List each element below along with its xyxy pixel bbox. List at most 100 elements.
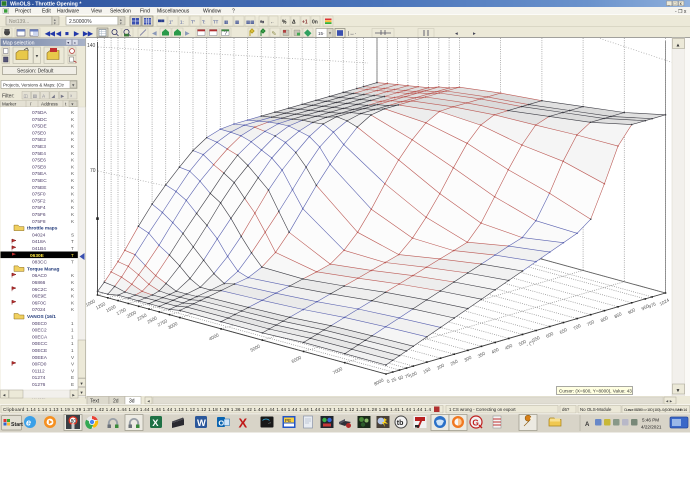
svg-text:▼: ▼ xyxy=(53,22,57,26)
svg-text:E: E xyxy=(71,375,74,380)
svg-text:▦: ▦ xyxy=(224,19,228,24)
svg-text:▼: ▼ xyxy=(676,388,681,394)
svg-text:▼: ▼ xyxy=(119,22,123,26)
svg-text:▶: ▶ xyxy=(73,30,79,37)
svg-text:07024: 07024 xyxy=(32,307,46,313)
svg-text:1: 1 xyxy=(71,328,74,333)
svg-text:Miscellaneous: Miscellaneous xyxy=(157,9,190,15)
svg-text:Window: Window xyxy=(203,9,221,15)
svg-text:S: S xyxy=(71,232,74,237)
svg-text:075F2: 075F2 xyxy=(32,198,46,204)
svg-text:- ❐ x: - ❐ x xyxy=(675,9,687,15)
svg-text:1: 1 xyxy=(71,334,74,339)
svg-text:☓: ☓ xyxy=(70,93,72,98)
svg-text:1: 1 xyxy=(71,348,74,353)
svg-text:140: 140 xyxy=(87,43,96,49)
svg-text:throttle maps: throttle maps xyxy=(27,226,58,232)
svg-text:■: ■ xyxy=(65,30,69,37)
svg-text:←: ← xyxy=(270,20,275,26)
svg-text:Torque Manag: Torque Manag xyxy=(27,266,59,272)
svg-text:075E4: 075E4 xyxy=(32,151,46,157)
svg-text:▼: ▼ xyxy=(35,54,39,59)
svg-text:▼: ▼ xyxy=(328,31,332,36)
svg-text:▩▩: ▩▩ xyxy=(246,19,254,24)
svg-text:075F6: 075F6 xyxy=(32,212,46,218)
svg-text:Edit: Edit xyxy=(42,9,51,15)
svg-text:◫: ◫ xyxy=(24,93,28,98)
svg-text:2.50000%: 2.50000% xyxy=(69,19,92,25)
svg-text:▼: ▼ xyxy=(80,390,84,395)
svg-text:T: T xyxy=(71,246,74,251)
svg-text:T:: T: xyxy=(202,19,205,24)
svg-text:tb: tb xyxy=(397,420,404,427)
svg-text:Map selection: Map selection xyxy=(3,40,35,46)
svg-text:075E2: 075E2 xyxy=(32,137,46,143)
svg-text:◄: ◄ xyxy=(2,392,6,397)
svg-text:▸: ▸ xyxy=(473,31,476,37)
svg-text:00FD0: 00FD0 xyxy=(32,362,47,368)
svg-text:075F8: 075F8 xyxy=(32,219,46,225)
svg-text:70: 70 xyxy=(90,168,96,174)
svg-text:075F0: 075F0 xyxy=(32,192,46,198)
svg-text:15·: 15· xyxy=(318,31,325,36)
svg-text:075E3: 075E3 xyxy=(32,144,46,150)
svg-text:▼: ▼ xyxy=(71,82,75,87)
svg-text:|↔·: |↔· xyxy=(348,31,357,37)
svg-text:083CC: 083CC xyxy=(32,260,47,266)
svg-text:▼: ▼ xyxy=(80,381,84,386)
svg-text:%: % xyxy=(282,20,287,26)
svg-text:06866: 06866 xyxy=(32,280,46,286)
svg-text:Cursor: (X=600, Y=8000), Value: Cursor: (X=600, Y=8000), Value: 43 xyxy=(559,389,632,394)
svg-text:d6?: d6? xyxy=(562,407,570,412)
svg-text:◄►: ◄► xyxy=(665,398,673,403)
svg-text:Not139...: Not139... xyxy=(9,19,29,25)
svg-text:06C2C: 06C2C xyxy=(32,287,47,293)
svg-text:►: ► xyxy=(72,392,76,397)
svg-text:▩: ▩ xyxy=(235,19,239,24)
svg-text:041B4: 041B4 xyxy=(32,246,46,252)
svg-text:X: X xyxy=(239,415,248,430)
svg-text:◄: ◄ xyxy=(147,398,151,403)
svg-text:06AC0: 06AC0 xyxy=(32,273,47,279)
svg-text:◀: ◀ xyxy=(55,30,61,37)
svg-text:e: e xyxy=(26,417,31,427)
svg-text:1: 1 xyxy=(71,341,74,346)
svg-text:Selection: Selection xyxy=(110,9,131,15)
svg-text:06F0C: 06F0C xyxy=(32,300,47,306)
svg-text:Filter:: Filter: xyxy=(2,94,15,100)
svg-text:?: ? xyxy=(232,9,235,15)
svg-text:X: X xyxy=(152,417,159,428)
svg-text:00EC2: 00EC2 xyxy=(32,328,47,334)
svg-text:Project: Project xyxy=(15,9,31,15)
svg-text:Find: Find xyxy=(140,9,150,15)
svg-text:E: E xyxy=(71,382,74,387)
svg-text:00ECE: 00ECE xyxy=(32,348,47,354)
svg-text:W: W xyxy=(197,417,206,428)
svg-text:PE: PE xyxy=(285,418,291,423)
svg-text:✎: ✎ xyxy=(272,30,277,37)
svg-text:075EA: 075EA xyxy=(32,171,47,177)
svg-text:Cursor: 06390 => 100 ( 100) -: Cursor: 06390 => 100 ( 100) - 0 (0.00%, … xyxy=(624,407,688,412)
svg-text:01112: 01112 xyxy=(32,368,45,374)
svg-text:0n: 0n xyxy=(312,20,318,26)
svg-text:2d: 2d xyxy=(113,399,119,405)
svg-text:075F4: 075F4 xyxy=(32,205,46,211)
svg-text:A: A xyxy=(42,93,45,98)
svg-text:A: A xyxy=(585,422,590,428)
svg-text:▲: ▲ xyxy=(676,43,681,49)
svg-text:Text: Text xyxy=(90,399,100,405)
svg-text:Marker: Marker xyxy=(2,102,17,107)
svg-text:5:46 PM: 5:46 PM xyxy=(642,418,659,423)
svg-text:075E0: 075E0 xyxy=(32,130,46,136)
svg-text:3d: 3d xyxy=(129,399,135,405)
svg-text:06E9E: 06E9E xyxy=(32,294,46,300)
svg-text:VANOS (16/1: VANOS (16/1 xyxy=(27,314,56,320)
svg-text:▤: ▤ xyxy=(33,93,37,98)
svg-text:075DC: 075DC xyxy=(32,117,47,123)
svg-text:1 CS wrong - Correcting on exp: 1 CS wrong - Correcting on export xyxy=(449,407,516,412)
svg-text:◀: ◀ xyxy=(152,31,157,37)
svg-text:0630E: 0630E xyxy=(30,253,45,259)
svg-text:0418A: 0418A xyxy=(32,239,47,245)
svg-text:▶: ▶ xyxy=(185,31,190,37)
svg-text:075E6: 075E6 xyxy=(32,158,46,164)
